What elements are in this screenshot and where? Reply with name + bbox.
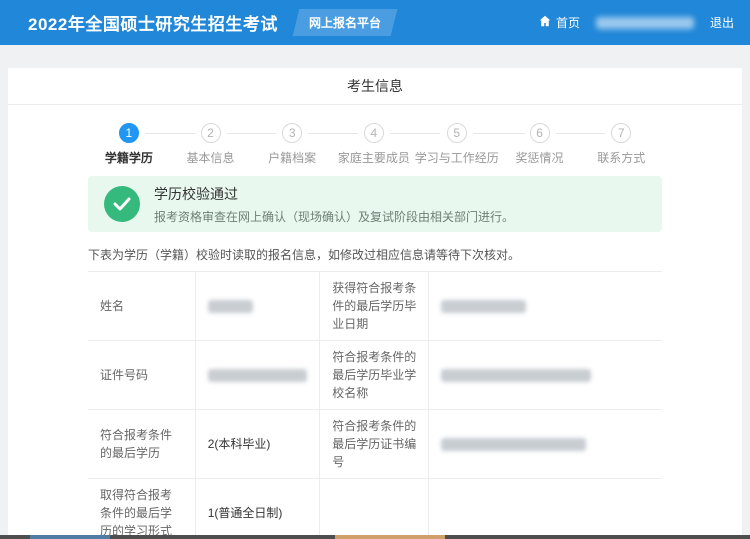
step-huji-dangan[interactable]: 3 户籍档案 <box>251 123 333 166</box>
wizard-stepper: 1 学籍学历 2 基本信息 3 户籍档案 4 家庭主要成员 5 学习与工作经历 … <box>88 123 662 166</box>
step-xueji-xueli[interactable]: 1 学籍学历 <box>88 123 170 166</box>
table-intro-text: 下表为学历（学籍）校验时读取的报名信息，如修改过相应信息请等待下次核对。 <box>88 246 662 263</box>
field-value-grad-date <box>428 272 662 340</box>
bottom-window-edge <box>0 535 750 539</box>
redacted-value <box>441 369 591 382</box>
field-value-last-degree: 2(本科毕业) <box>195 410 320 478</box>
field-value-empty <box>428 479 662 539</box>
step-number-badge: 1 <box>119 123 139 143</box>
platform-badge: 网上报名平台 <box>292 9 397 36</box>
education-info-table: 姓名 获得符合报考条件的最后学历毕业日期 证件号码 符合报考条件的最后学历毕业学… <box>88 271 662 539</box>
home-link[interactable]: 首页 <box>539 14 580 31</box>
step-number-badge: 2 <box>201 123 221 143</box>
field-value-school-name <box>428 341 662 409</box>
step-jiating-chengyuan[interactable]: 4 家庭主要成员 <box>333 123 415 166</box>
step-lianxi-fangshi[interactable]: 7 联系方式 <box>580 123 662 166</box>
page-title: 考生信息 <box>8 68 742 105</box>
field-value-certificate-no <box>428 410 662 478</box>
logout-link[interactable]: 退出 <box>710 14 734 31</box>
edge-segment-tan <box>335 535 445 539</box>
field-label-id-number: 证件号码 <box>88 341 195 409</box>
step-number-badge: 7 <box>611 123 631 143</box>
field-label-study-form: 取得符合报考条件的最后学历的学习形式 <box>88 479 195 539</box>
step-label: 家庭主要成员 <box>333 149 415 166</box>
header-right: 首页 退出 <box>539 14 734 31</box>
card-body: 1 学籍学历 2 基本信息 3 户籍档案 4 家庭主要成员 5 学习与工作经历 … <box>8 105 742 539</box>
table-row: 符合报考条件的最后学历 2(本科毕业) 符合报考条件的最后学历证书编号 <box>88 409 662 478</box>
username-redacted <box>596 17 694 29</box>
candidate-info-card: 考生信息 1 学籍学历 2 基本信息 3 户籍档案 4 家庭主要成员 5 学习与… <box>8 68 742 539</box>
step-label: 学习与工作经历 <box>415 149 499 166</box>
platform-badge-label: 网上报名平台 <box>309 14 381 31</box>
field-label-grad-date: 获得符合报考条件的最后学历毕业日期 <box>319 272 428 340</box>
step-label: 学籍学历 <box>88 149 170 166</box>
field-label-last-degree: 符合报考条件的最后学历 <box>88 410 195 478</box>
step-label: 户籍档案 <box>251 149 333 166</box>
step-number-badge: 3 <box>282 123 302 143</box>
step-jiben-xinxi[interactable]: 2 基本信息 <box>170 123 252 166</box>
success-check-icon <box>104 186 140 222</box>
field-label-school-name: 符合报考条件的最后学历毕业学校名称 <box>319 341 428 409</box>
alert-text: 学历校验通过 报考资格审查在网上确认（现场确认）及复试阶段由相关部门进行。 <box>154 184 514 225</box>
alert-title: 学历校验通过 <box>154 184 514 204</box>
field-value-id-number <box>195 341 320 409</box>
verification-success-alert: 学历校验通过 报考资格审查在网上确认（现场确认）及复试阶段由相关部门进行。 <box>88 176 662 232</box>
field-label-name: 姓名 <box>88 272 195 340</box>
app-header: 2022年全国硕士研究生招生考试 网上报名平台 首页 退出 <box>0 0 750 45</box>
redacted-value <box>208 300 253 313</box>
field-label-certificate-no: 符合报考条件的最后学历证书编号 <box>319 410 428 478</box>
redacted-value <box>441 300 526 313</box>
field-value-study-form: 1(普通全日制) <box>195 479 320 539</box>
step-number-badge: 6 <box>530 123 550 143</box>
home-link-label: 首页 <box>556 14 580 31</box>
field-label-empty <box>319 479 428 539</box>
app-title: 2022年全国硕士研究生招生考试 <box>28 10 278 35</box>
table-row: 姓名 获得符合报考条件的最后学历毕业日期 <box>88 271 662 340</box>
table-row: 取得符合报考条件的最后学历的学习形式 1(普通全日制) <box>88 478 662 539</box>
field-value-name <box>195 272 320 340</box>
step-label: 基本信息 <box>170 149 252 166</box>
redacted-value <box>208 369 308 382</box>
step-number-badge: 4 <box>364 123 384 143</box>
step-jiangcheng[interactable]: 6 奖惩情况 <box>499 123 581 166</box>
table-row: 证件号码 符合报考条件的最后学历毕业学校名称 <box>88 340 662 409</box>
step-xuexi-gongzuo[interactable]: 5 学习与工作经历 <box>415 123 499 166</box>
alert-description: 报考资格审查在网上确认（现场确认）及复试阶段由相关部门进行。 <box>154 208 514 225</box>
redacted-value <box>441 438 586 451</box>
step-label: 联系方式 <box>580 149 662 166</box>
edge-segment-blue <box>30 535 110 539</box>
step-label: 奖惩情况 <box>499 149 581 166</box>
step-number-badge: 5 <box>447 123 467 143</box>
home-icon <box>539 15 551 30</box>
